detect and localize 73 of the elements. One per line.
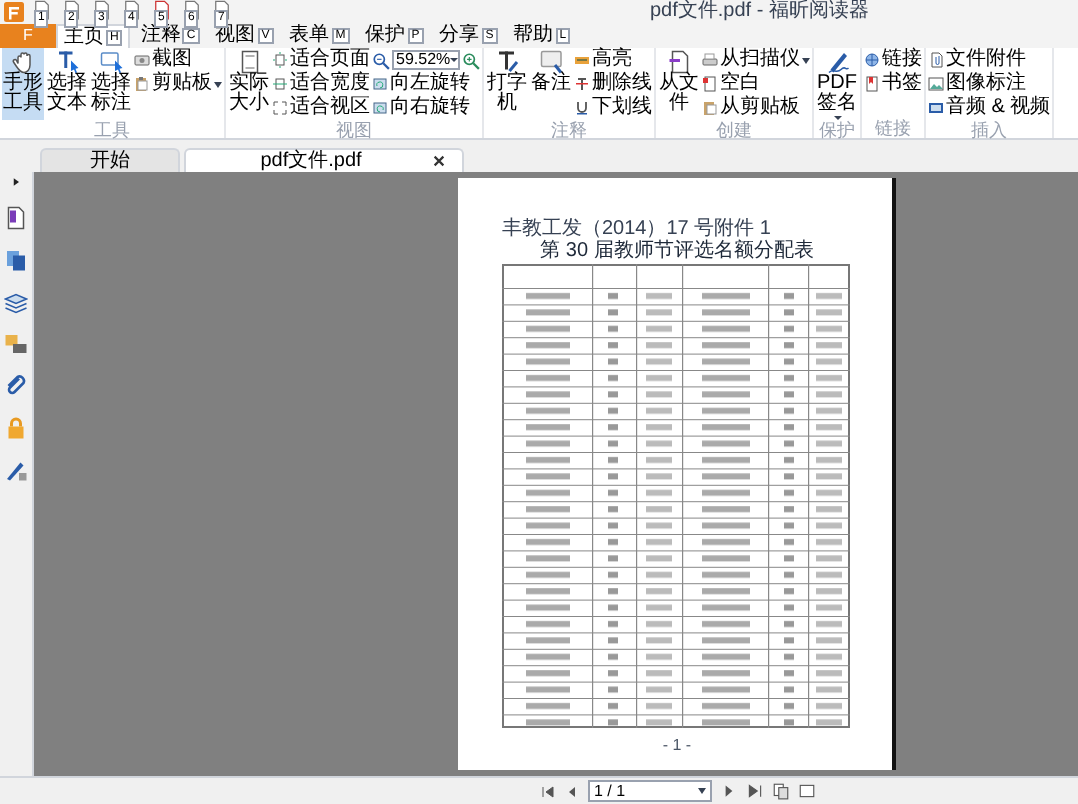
tool-button[interactable]: 高亮 — [574, 48, 652, 72]
tool-button[interactable]: 选择文本 — [46, 48, 88, 120]
tool-button[interactable]: 适合页面 — [272, 48, 370, 72]
signature-icon[interactable] — [4, 458, 28, 482]
expand-arrow-icon[interactable] — [10, 176, 22, 188]
document-title: 第 30 届教师节评选名额分配表 — [538, 240, 816, 264]
underline-icon — [574, 100, 590, 116]
tool-button[interactable]: PDF签名 — [816, 48, 858, 120]
group-label: 链接 — [873, 118, 913, 138]
fit-visible-icon — [272, 100, 288, 116]
tool-button[interactable]: 备注 — [530, 48, 572, 120]
tool-button[interactable]: 手形工具 — [2, 48, 44, 120]
tool-button[interactable]: 删除线 — [574, 72, 652, 96]
clipboard-icon — [702, 100, 718, 116]
tool-button[interactable]: 书签 — [864, 72, 922, 96]
document-heading: 丰教工发（2014）17 号附件 1 — [502, 218, 773, 240]
group-label: 注释 — [549, 120, 589, 140]
group-label: 插入 — [969, 120, 1010, 140]
zoom-out-button[interactable] — [372, 51, 390, 69]
tool-button[interactable]: 选择标注 — [90, 48, 132, 120]
tool-button[interactable]: 文件附件 — [928, 48, 1051, 72]
image-icon — [928, 76, 944, 92]
group-label: 创建 — [714, 120, 754, 140]
tool-button[interactable]: 截图 — [134, 48, 222, 72]
caret-icon — [698, 788, 706, 794]
document-tab[interactable]: 开始 — [40, 148, 180, 172]
first-page-icon[interactable] — [540, 783, 556, 799]
paperclip-icon[interactable] — [4, 374, 28, 398]
page-field[interactable]: 1 / 1 — [588, 780, 712, 802]
previous-page-icon[interactable] — [564, 783, 580, 799]
next-page-icon[interactable] — [720, 782, 738, 800]
tool-button[interactable]: 从扫描仪 — [702, 48, 810, 72]
highlight-icon — [574, 52, 590, 68]
pen-icon — [825, 50, 849, 74]
blank-page-icon — [702, 76, 718, 92]
tool-button[interactable]: 链接 — [864, 48, 922, 72]
rotate-left-icon — [372, 76, 388, 92]
tool-button[interactable]: 图像标注 — [928, 72, 1051, 96]
tool-button[interactable]: 适合宽度 — [272, 72, 370, 96]
group-label: 视图 — [334, 120, 374, 140]
rotate-right-icon — [372, 100, 388, 116]
page-icon[interactable] — [4, 206, 28, 230]
tool-button[interactable]: 空白 — [702, 72, 810, 96]
last-page-icon[interactable] — [746, 782, 764, 800]
video-icon — [928, 100, 944, 116]
strikethrough-icon — [574, 76, 590, 92]
document-tab[interactable]: pdf文件.pdf — [184, 148, 464, 172]
tool-button[interactable]: 剪贴板 — [134, 72, 222, 96]
typewriter-icon — [495, 50, 519, 74]
clipboard-icon — [134, 76, 150, 92]
stack-icon[interactable] — [4, 290, 28, 314]
tool-button[interactable]: 适合视区 — [272, 96, 370, 120]
tool-button[interactable]: 向左旋转 — [372, 72, 480, 96]
cursor-icon — [55, 50, 79, 74]
close-icon[interactable] — [432, 154, 446, 168]
tool-button[interactable]: 实际大小 — [228, 48, 270, 120]
tool-button[interactable]: 向右旋转 — [372, 96, 480, 120]
layers-icon[interactable] — [4, 248, 28, 272]
zoom-in-button[interactable] — [462, 51, 480, 69]
tool-button[interactable]: 打字机 — [486, 48, 528, 120]
tool-button[interactable]: 从剪贴板 — [702, 96, 810, 120]
tool-button[interactable]: 下划线 — [574, 96, 652, 120]
page-number: - 1 - — [660, 736, 694, 754]
globe-icon — [864, 52, 880, 68]
comments-icon[interactable] — [4, 332, 28, 356]
tool-button[interactable]: 从文件 — [658, 48, 700, 120]
group-label: 工具 — [92, 120, 132, 140]
tool-button[interactable]: 音频 & 视频 — [928, 96, 1051, 120]
hand-icon — [11, 50, 35, 74]
bookmark-icon — [864, 76, 880, 92]
fit-width-icon — [272, 76, 288, 92]
zoom-field[interactable]: 59.52% — [392, 50, 460, 70]
group-label: 保护 — [817, 120, 857, 140]
